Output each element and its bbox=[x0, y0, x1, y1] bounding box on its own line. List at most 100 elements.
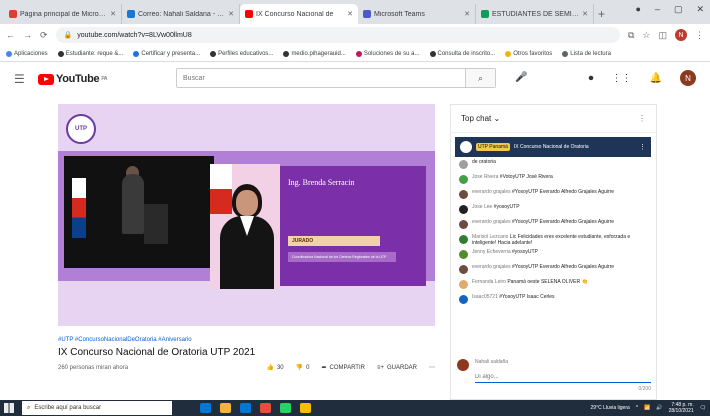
chat-mode-selector[interactable]: Top chat ⌄ bbox=[461, 114, 500, 123]
search-input[interactable] bbox=[177, 69, 465, 87]
back-button[interactable]: ← bbox=[6, 30, 15, 40]
chat-author-name[interactable]: Jenny Echeverria bbox=[472, 249, 511, 255]
taskbar-app-icon[interactable] bbox=[240, 403, 251, 413]
bookmark-item[interactable]: Otros favoritos bbox=[505, 50, 552, 57]
chat-more-icon[interactable]: ⋮ bbox=[638, 114, 646, 123]
dislike-button[interactable]: 👎 0 bbox=[296, 364, 310, 372]
apps-grid-icon[interactable]: ⋮⋮ bbox=[612, 73, 632, 84]
user-avatar[interactable]: N bbox=[680, 70, 696, 86]
lock-icon: 🔒 bbox=[63, 32, 73, 39]
tab-close-icon[interactable]: ✕ bbox=[464, 10, 470, 18]
bookmark-item[interactable]: Lista de lectura bbox=[562, 50, 611, 57]
video-player[interactable]: UTP Ing. Brenda Serracin JURADO Coordina… bbox=[58, 104, 435, 326]
new-tab-button[interactable]: + bbox=[598, 4, 605, 24]
chat-author-name[interactable]: Isaac05721 bbox=[472, 294, 498, 300]
tab-close-icon[interactable]: ✕ bbox=[110, 10, 116, 18]
profile-avatar[interactable]: N bbox=[675, 29, 687, 41]
chat-message-input[interactable] bbox=[475, 372, 651, 383]
tab-label: Página principal de Microsoft bbox=[20, 10, 108, 18]
chat-message: Jenny Echeverria #yosoyUTP bbox=[459, 249, 649, 264]
chat-message: de oratoria bbox=[459, 159, 649, 174]
tab-close-icon[interactable]: ✕ bbox=[228, 10, 234, 18]
bookmark-favicon-icon bbox=[355, 50, 362, 57]
chat-input-row: Nahali saldaña 0/200 bbox=[457, 359, 651, 392]
notifications-bell-icon[interactable]: 🔔 bbox=[650, 73, 662, 84]
bookmark-label: Certificar y presenta... bbox=[141, 50, 201, 57]
minimize-button[interactable]: – bbox=[655, 4, 660, 15]
browser-tab[interactable]: ESTUDIANTES DE SEMINARIO✕ bbox=[476, 4, 594, 24]
pinned-message[interactable]: UTP Panamá IX Concurso Nacional de Orato… bbox=[455, 137, 651, 157]
browser-tab[interactable]: Microsoft Teams ✕ bbox=[358, 4, 476, 24]
browser-tab[interactable]: IX Concurso Nacional de ✕ bbox=[240, 4, 358, 24]
bookmark-item[interactable]: Certificar y presenta... bbox=[133, 50, 201, 57]
extension-icon[interactable]: ⧉ bbox=[628, 30, 634, 41]
weather-widget[interactable]: 29°C Lluvia ligera bbox=[591, 405, 630, 411]
url-field[interactable]: 🔒 youtube.com/watch?v=8LVw00llmU8 bbox=[55, 27, 620, 43]
chat-mode-label: Top chat bbox=[461, 114, 492, 123]
search-button[interactable]: ⌕ bbox=[465, 69, 495, 87]
like-button[interactable]: 👍 30 bbox=[266, 364, 283, 372]
bookmark-item[interactable]: Estudiante: reque &... bbox=[57, 50, 123, 57]
close-window-button[interactable]: ✕ bbox=[696, 4, 704, 15]
bookmark-label: Perfiles educativos... bbox=[218, 50, 274, 57]
bookmark-item[interactable]: Perfiles educativos... bbox=[210, 50, 274, 57]
chat-author-name[interactable]: Fernanda Leiro bbox=[472, 279, 506, 285]
bookmark-favicon-icon bbox=[505, 50, 512, 57]
chat-message-text: de oratoria bbox=[472, 159, 496, 165]
save-button[interactable]: ≡+ GUARDAR bbox=[377, 365, 417, 371]
volume-icon[interactable]: 🔊 bbox=[656, 405, 662, 411]
video-hashtags[interactable]: #UTP #ConcursoNacionalDeOratoria #Aniver… bbox=[58, 337, 192, 343]
bookmark-star-icon[interactable]: ☆ bbox=[642, 30, 650, 41]
bookmark-item[interactable]: Aplicaciones bbox=[6, 50, 48, 57]
browser-tab[interactable]: Página principal de Microsoft ✕ bbox=[4, 4, 122, 24]
reload-button[interactable]: ⟳ bbox=[40, 30, 48, 41]
tab-favicon-icon bbox=[9, 10, 17, 18]
chat-author-name[interactable]: everardo grajales bbox=[472, 189, 511, 195]
cast-icon[interactable]: ◫ bbox=[658, 30, 667, 41]
youtube-logo[interactable]: YouTube PA bbox=[38, 73, 107, 85]
more-actions-icon[interactable]: ⋯ bbox=[429, 364, 435, 371]
chat-author-avatar bbox=[459, 205, 468, 214]
tab-label: Microsoft Teams bbox=[374, 10, 425, 18]
notification-center-icon[interactable]: 🗨 bbox=[700, 405, 706, 411]
chat-author-name[interactable]: Jose Rivera bbox=[472, 174, 498, 180]
taskbar-app-icon[interactable] bbox=[260, 403, 271, 413]
tab-close-icon[interactable]: ✕ bbox=[582, 10, 588, 18]
taskbar-app-icon[interactable] bbox=[200, 403, 211, 413]
chat-author-name[interactable]: everardo grajales bbox=[472, 264, 511, 270]
chat-message: Fernanda Leiro Panamá oeste SELENA OLIVE… bbox=[459, 279, 649, 294]
forward-button[interactable]: → bbox=[23, 30, 32, 40]
account-icon[interactable]: ● bbox=[635, 4, 640, 15]
taskbar-app-icon[interactable] bbox=[280, 403, 291, 413]
youtube-header: ☰ YouTube PA ⌕ 🎤 ⏺ ⋮⋮ 🔔 N bbox=[0, 62, 710, 96]
taskbar-app-icon[interactable] bbox=[220, 403, 231, 413]
hamburger-menu-icon[interactable]: ☰ bbox=[14, 72, 38, 86]
taskbar-app-icon[interactable] bbox=[300, 403, 311, 413]
chat-author-name[interactable]: Jose Lee bbox=[472, 204, 492, 210]
pinned-more-icon[interactable]: ⋮ bbox=[639, 143, 646, 151]
chat-message-text: #YosoyUTP Everardo Alfredo Grajales Agui… bbox=[512, 189, 615, 195]
bookmark-item[interactable]: Soluciones de su a... bbox=[355, 50, 420, 57]
tray-chevron-icon[interactable]: ^ bbox=[636, 405, 638, 411]
bookmark-label: Consulta de inscrito... bbox=[437, 50, 496, 57]
chat-message-text: Panamá oeste SELENA OLIVER 👏 bbox=[507, 279, 588, 285]
windows-start-icon[interactable] bbox=[4, 403, 14, 413]
video-meta-row: 260 personas miran ahora 👍 30 👎 0 ➦ COMPART… bbox=[58, 364, 435, 372]
chat-author-name[interactable]: everardo grajales bbox=[472, 219, 511, 225]
chat-author-avatar bbox=[459, 265, 468, 274]
network-icon[interactable]: 📶 bbox=[644, 405, 650, 411]
tab-close-icon[interactable]: ✕ bbox=[347, 10, 353, 18]
menu-kebab-icon[interactable]: ⋮ bbox=[695, 30, 704, 41]
taskbar-clock[interactable]: 7:48 p. m. 28/10/2021 bbox=[669, 402, 694, 414]
maximize-button[interactable]: ▢ bbox=[674, 4, 683, 15]
share-button[interactable]: ➦ COMPARTIR bbox=[321, 364, 364, 372]
browser-tab[interactable]: Correo: Nahali Saldana - Out ✕ bbox=[122, 4, 240, 24]
bookmark-item[interactable]: Consulta de inscrito... bbox=[429, 50, 496, 57]
bookmark-item[interactable]: medio.pihagerauid... bbox=[283, 50, 346, 57]
taskbar-search[interactable]: ⌕ Escribe aquí para buscar bbox=[22, 401, 172, 415]
create-video-icon[interactable]: ⏺ bbox=[589, 73, 594, 84]
chat-message-list: de oratoria Jose Rivera #VotoyUTP José Ri… bbox=[459, 159, 649, 309]
microphone-icon[interactable]: 🎤 bbox=[515, 72, 527, 83]
presenter-figure bbox=[122, 174, 144, 234]
taskbar-app-icons bbox=[200, 403, 311, 413]
